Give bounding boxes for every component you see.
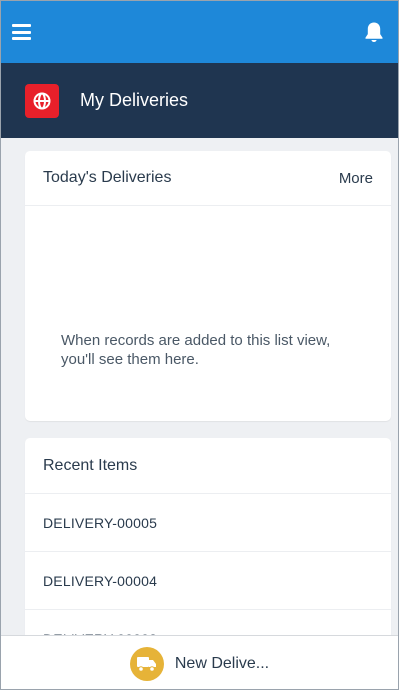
action-bar: New Delive... xyxy=(1,635,398,689)
top-nav-bar xyxy=(1,1,398,63)
new-delivery-button[interactable]: New Delive... xyxy=(129,646,270,681)
card-title: Recent Items xyxy=(43,456,138,474)
list-item[interactable]: DELIVERY-00004 xyxy=(25,552,391,610)
hamburger-menu-icon[interactable] xyxy=(12,24,31,40)
more-link[interactable]: More xyxy=(339,170,373,187)
globe-icon xyxy=(25,83,59,118)
page-header: My Deliveries xyxy=(1,63,398,138)
card-title: Today's Deliveries xyxy=(43,169,172,186)
app-frame: My Deliveries Today's Deliveries More Wh… xyxy=(0,0,399,690)
new-delivery-label: New Delive... xyxy=(174,654,270,672)
card-header: Today's Deliveries More xyxy=(25,151,391,206)
list-item[interactable]: DELIVERY-00005 xyxy=(25,494,391,552)
empty-state-message: When records are added to this list view… xyxy=(61,332,331,368)
card-header: Recent Items xyxy=(25,438,391,494)
todays-deliveries-card: Today's Deliveries More When records are… xyxy=(25,151,391,421)
page-title: My Deliveries xyxy=(80,90,189,110)
bell-icon[interactable] xyxy=(364,21,384,43)
truck-icon xyxy=(129,646,164,681)
